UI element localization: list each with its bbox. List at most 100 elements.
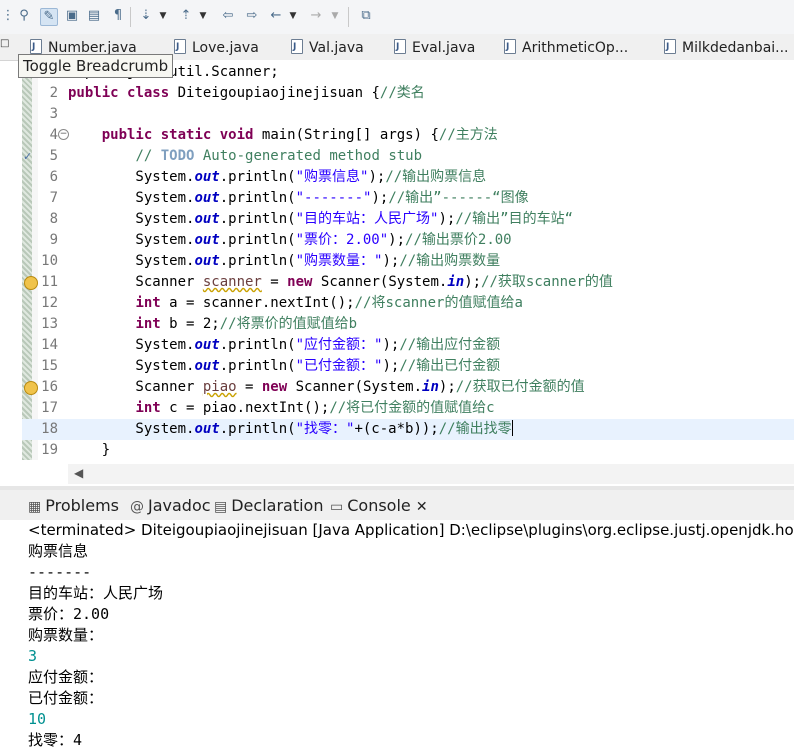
code-line[interactable]: 4 public static void main(String[] args)… [22, 125, 794, 146]
line-number: 17 [41, 400, 58, 416]
line-number: 6 [49, 169, 58, 185]
code-text[interactable]: int c = piao.nextInt();//将已付金额的值赋值给c [68, 398, 494, 419]
code-line[interactable]: 14 System.out.println("应付金额：");//输出应付金额 [22, 335, 794, 356]
code-line[interactable]: 10 System.out.println("购票数量：");//输出购票数量 [22, 251, 794, 272]
pin-editor-icon[interactable]: ⧉ [358, 8, 374, 24]
toggle-breadcrumb-icon[interactable]: ✎ [40, 8, 58, 26]
code-line[interactable]: 19 } [22, 440, 794, 461]
tab-label: Val.java [309, 40, 364, 56]
code-line[interactable]: 6 System.out.println("购票信息");//输出购票信息 [22, 167, 794, 188]
tab-declaration[interactable]: ▤ Declaration [214, 496, 323, 516]
tab-arithmeticop[interactable]: ArithmeticOp... [504, 37, 628, 58]
line-number: 9 [49, 232, 58, 248]
line-number: 3 [49, 106, 58, 122]
warning-marker-icon[interactable] [24, 381, 38, 395]
toolbar-menu-icon[interactable]: ⋮ [0, 8, 16, 24]
toolbar-separator [348, 7, 349, 27]
tab-label: Javadoc [148, 496, 211, 515]
code-text[interactable]: } [68, 440, 110, 461]
console-output-line: 购票信息 [28, 542, 89, 560]
tab-javadoc[interactable]: @ Javadoc [130, 496, 211, 516]
code-text[interactable]: System.out.println("目的车站：人民广场");//输出”目的车… [68, 209, 573, 230]
task-marker-icon[interactable]: ✓ [23, 150, 32, 163]
tab-label: Console [347, 496, 411, 515]
console-output-line: 票价：2.00 [28, 605, 110, 623]
code-line[interactable]: 2 public class Diteigoupiaojinejisuan {//… [22, 83, 794, 104]
code-editor[interactable]: import java.util.Scanner; 2 public class D… [22, 60, 794, 486]
tab-love-java[interactable]: Love.java [174, 37, 259, 58]
code-line[interactable]: 13 int b = 2;//将票价的值赋值给b [22, 314, 794, 335]
tab-label: Problems [45, 496, 119, 515]
console-output-line: 目的车站：人民广场 [28, 584, 164, 602]
forward-dropdown-icon[interactable]: ▼ [330, 8, 340, 24]
next-annotation-icon[interactable]: ⇣ [138, 8, 154, 24]
code-line[interactable]: 5 // TODO Auto-generated method stub ✓ [22, 146, 794, 167]
mark-occurrences-icon[interactable]: ▣ [64, 8, 80, 24]
tab-label: Declaration [231, 496, 324, 515]
code-line[interactable]: 7 System.out.println("-------");//输出”---… [22, 188, 794, 209]
line-number: 16 [41, 379, 58, 395]
previous-annotation-icon[interactable]: ⇡ [178, 8, 194, 24]
tab-val-java[interactable]: Val.java [291, 37, 364, 58]
fold-toggle-icon[interactable]: − [58, 129, 69, 140]
code-text[interactable]: System.out.println("票价：2.00");//输出票价2.00 [68, 230, 511, 251]
code-line[interactable]: 15 System.out.println("已付金额：");//输出已付金额 [22, 356, 794, 377]
code-line[interactable]: 11 Scanner scanner = new Scanner(System.… [22, 272, 794, 293]
code-line[interactable]: 3 [22, 104, 794, 125]
declaration-icon: ▤ [214, 499, 228, 515]
code-text[interactable]: // TODO Auto-generated method stub [68, 146, 422, 167]
java-file-icon [664, 37, 676, 57]
close-icon[interactable]: ✕ [416, 499, 428, 515]
horizontal-scrollbar[interactable]: ◀ [68, 464, 794, 484]
back-icon[interactable]: ← [268, 8, 284, 24]
last-edit-location-icon[interactable]: ⇦ [220, 8, 236, 24]
line-number: 10 [41, 253, 58, 269]
code-text[interactable]: System.out.println("购票信息");//输出购票信息 [68, 167, 486, 188]
open-type-icon[interactable]: ⚲ [16, 8, 32, 24]
code-text[interactable]: public class Diteigoupiaojinejisuan {//类… [68, 83, 425, 104]
tab-console[interactable]: ▭ Console ✕ [330, 496, 428, 516]
code-text[interactable]: System.out.println("-------");//输出”-----… [68, 188, 528, 209]
tab-label: Milkdedanbai... [682, 40, 789, 56]
minimize-icon[interactable]: □ [0, 38, 10, 50]
console-output-line: ------- [28, 563, 92, 581]
forward-edit-icon[interactable]: ⇨ [244, 8, 260, 24]
code-text[interactable]: Scanner scanner = new Scanner(System.in)… [68, 272, 612, 293]
console-output[interactable]: 购票信息 ------- 目的车站：人民广场 票价：2.00 购票数量： 3 应付金额： 已付… [28, 541, 794, 752]
tab-eval-java[interactable]: Eval.java [394, 37, 475, 58]
code-line[interactable]: 12 int a = scanner.nextInt();//将scanner的… [22, 293, 794, 314]
code-line[interactable]: 9 System.out.println("票价：2.00");//输出票价2.… [22, 230, 794, 251]
code-text[interactable]: System.out.println("已付金额：");//输出已付金额 [68, 356, 500, 377]
toolbar-separator [130, 7, 131, 27]
code-line[interactable]: 17 int c = piao.nextInt();//将已付金额的值赋值给c [22, 398, 794, 419]
code-text[interactable]: public static void main(String[] args) {… [68, 125, 498, 146]
code-line[interactable]: 8 System.out.println("目的车站：人民广场");//输出”目… [22, 209, 794, 230]
console-output-line: 应付金额： [28, 668, 104, 686]
line-number: 19 [41, 442, 58, 458]
code-text[interactable]: System.out.println("应付金额：");//输出应付金额 [68, 335, 500, 356]
java-file-icon [291, 37, 303, 57]
console-icon: ▭ [330, 499, 344, 515]
warning-marker-icon[interactable] [24, 276, 38, 290]
code-text[interactable]: int b = 2;//将票价的值赋值给b [68, 314, 357, 335]
code-text[interactable]: Scanner piao = new Scanner(System.in);//… [68, 377, 584, 398]
code-text[interactable]: System.out.println("购票数量：");//输出购票数量 [68, 251, 500, 272]
main-toolbar: ⋮ ⚲ ✎ ▣ ▤ ¶ ⇣ ▼ ⇡ ▼ ⇦ ⇨ ← ▼ → ▼ ⧉ [0, 0, 794, 34]
code-line[interactable]: 18 System.out.println("找零："+(c-a*b));//输… [22, 419, 794, 440]
code-text[interactable]: System.out.println("找零："+(c-a*b));//输出找零 [68, 419, 513, 440]
tab-problems[interactable]: ▦ Problems [28, 496, 119, 516]
block-selection-icon[interactable]: ▤ [86, 8, 102, 24]
next-annotation-dropdown-icon[interactable]: ▼ [158, 8, 168, 24]
code-text[interactable]: int a = scanner.nextInt();//将scanner的值赋值… [68, 293, 522, 314]
forward-icon[interactable]: → [308, 8, 324, 24]
back-dropdown-icon[interactable]: ▼ [288, 8, 298, 24]
console-output-line: 购票数量： [28, 626, 104, 644]
javadoc-icon: @ [130, 499, 144, 515]
scroll-left-icon[interactable]: ◀ [74, 466, 83, 480]
code-line[interactable]: 16 Scanner piao = new Scanner(System.in)… [22, 377, 794, 398]
previous-annotation-dropdown-icon[interactable]: ▼ [198, 8, 208, 24]
line-number: 15 [41, 358, 58, 374]
show-whitespace-icon[interactable]: ¶ [110, 8, 126, 24]
console-output-line: 已付金额： [28, 689, 104, 707]
tab-milkdedanbai[interactable]: Milkdedanbai... [664, 37, 789, 58]
